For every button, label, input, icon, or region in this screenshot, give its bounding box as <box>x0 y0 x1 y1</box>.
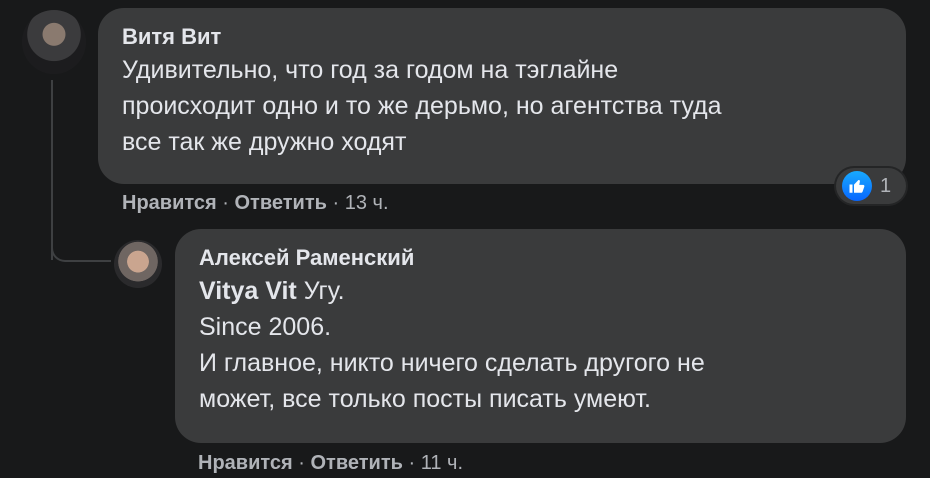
reaction-count: 1 <box>880 174 892 197</box>
reply-text-rest: Since 2006. И главное, никто ничего сдел… <box>199 313 705 413</box>
reply-button[interactable]: Ответить <box>235 192 327 214</box>
separator: · <box>408 452 416 474</box>
reply-text-first: Угу. <box>296 277 345 305</box>
separator: · <box>332 192 340 214</box>
like-button[interactable]: Нравится <box>198 452 293 474</box>
reaction-summary[interactable]: 1 <box>836 168 906 204</box>
reply-text: Vitya Vit Угу. Since 2006. И главное, ни… <box>199 273 882 417</box>
separator: · <box>222 192 229 214</box>
reply-timestamp[interactable]: 11 ч. <box>421 452 463 474</box>
comment-author[interactable]: Витя Вит <box>122 22 882 52</box>
like-icon <box>842 171 872 201</box>
comment-actions: Нравится · Ответить · 13 ч. <box>122 189 389 217</box>
reply-actions: Нравится · Ответить · 11 ч. <box>198 449 463 477</box>
reply-author[interactable]: Алексей Раменский <box>199 243 882 273</box>
avatar[interactable] <box>22 10 86 74</box>
comment-bubble: Витя Вит Удивительно, что год за годом н… <box>98 8 906 184</box>
comment-text: Удивительно, что год за годом на тэглайн… <box>122 56 722 156</box>
like-button[interactable]: Нравится <box>122 192 217 214</box>
mention-link[interactable]: Vitya Vit <box>199 277 297 305</box>
thread-connector <box>51 222 111 262</box>
reply-button[interactable]: Ответить <box>311 452 403 474</box>
avatar[interactable] <box>114 240 162 288</box>
reply-bubble: Алексей Раменский Vitya Vit Угу. Since 2… <box>175 229 906 443</box>
comment-timestamp[interactable]: 13 ч. <box>345 192 389 214</box>
separator: · <box>298 452 305 474</box>
